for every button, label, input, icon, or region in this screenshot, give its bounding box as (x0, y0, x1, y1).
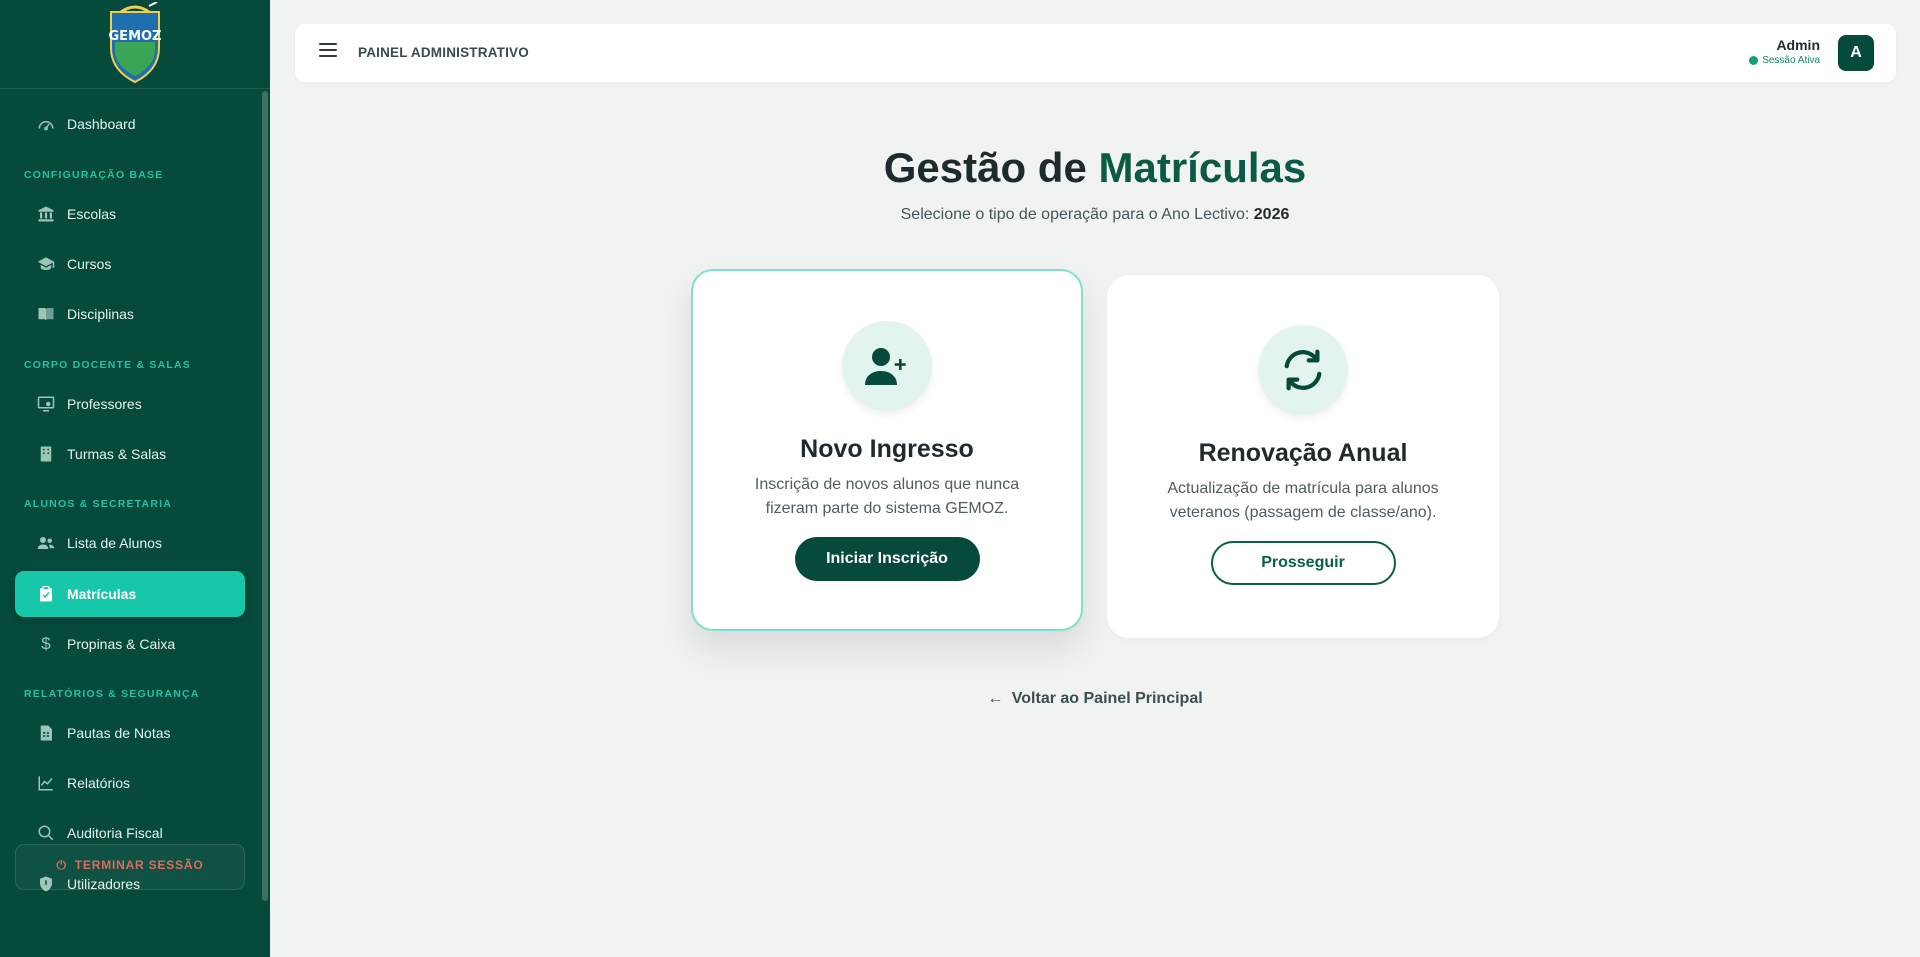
session-status: Sessão Ativa (1749, 55, 1820, 66)
section-label-corpo-docente: CORPO DOCENTE & SALAS (24, 359, 191, 371)
sidebar-item-label: Pautas de Notas (67, 725, 171, 741)
dollar-icon: $ (41, 634, 51, 653)
card-title: Novo Ingresso (800, 435, 974, 463)
user-name: Admin (1776, 37, 1820, 53)
chart-line-icon (36, 773, 56, 793)
power-icon: ⏻ (56, 858, 67, 872)
iniciar-inscricao-button[interactable]: Iniciar Inscrição (794, 537, 980, 581)
dashboard-gauge-icon (36, 114, 56, 134)
gemoz-logo[interactable]: GEMOZ (105, 2, 165, 84)
user-info: Admin Sessão Ativa (1749, 37, 1820, 66)
sidebar-item-label: Disciplinas (67, 306, 134, 322)
status-dot-icon (1749, 56, 1759, 65)
user-plus-icon (842, 321, 932, 411)
refresh-icon (1258, 325, 1348, 415)
topbar: PAINEL ADMINISTRATIVO Admin Sessão Ativa… (295, 24, 1896, 82)
graduation-cap-icon (36, 254, 56, 274)
sidebar-item-relatorios[interactable]: Relatórios (15, 760, 245, 806)
card-renovacao-anual[interactable]: Renovação Anual Actualização de matrícul… (1107, 275, 1499, 638)
svg-text:GEMOZ: GEMOZ (109, 29, 162, 44)
section-label-configuracao: CONFIGURAÇÃO BASE (24, 169, 164, 181)
card-novo-ingresso[interactable]: Novo Ingresso Inscrição de novos alunos … (691, 269, 1083, 631)
sidebar-item-label: Auditoria Fiscal (67, 825, 163, 841)
section-label-relatorios: RELATÓRIOS & SEGURANÇA (24, 688, 200, 700)
sidebar-item-label: Lista de Alunos (67, 535, 162, 551)
main-subtitle: Selecione o tipo de operação para o Ano … (270, 206, 1920, 224)
sidebar-item-turmas[interactable]: Turmas & Salas (15, 431, 245, 477)
sidebar-item-disciplinas[interactable]: Disciplinas (15, 291, 245, 337)
logo-area: GEMOZ (0, 0, 270, 89)
logout-button[interactable]: ⏻ TERMINAR SESSÃO (15, 844, 245, 890)
card-description: Inscrição de novos alunos que nunca fize… (754, 476, 1020, 517)
sidebar-item-propinas[interactable]: $ Propinas & Caixa (15, 621, 245, 667)
sidebar-item-label: Propinas & Caixa (67, 636, 176, 652)
search-icon (36, 823, 56, 843)
back-link-label: Voltar ao Painel Principal (1011, 690, 1203, 707)
sidebar-nav: Dashboard CONFIGURAÇÃO BASE Escolas Curs… (0, 89, 270, 957)
sidebar-item-label: Turmas & Salas (67, 446, 167, 462)
school-building-icon (36, 204, 56, 224)
prosseguir-button[interactable]: Prosseguir (1210, 541, 1396, 585)
sidebar-item-lista-alunos[interactable]: Lista de Alunos (15, 520, 245, 566)
spreadsheet-icon (36, 723, 56, 743)
heading-prefix: Gestão de (883, 144, 1099, 191)
main-heading: Gestão de Matrículas (270, 144, 1920, 192)
sidebar-item-label: Cursos (67, 256, 112, 272)
building-icon (36, 444, 56, 464)
heading-accent: Matrículas (1098, 144, 1307, 191)
sidebar: GEMOZ Dashboard CONFIGURAÇÃO BASE Escola… (0, 0, 270, 957)
arrow-left-icon: ← (987, 690, 1004, 707)
sidebar-item-professores[interactable]: Professores (15, 381, 245, 427)
logout-label: TERMINAR SESSÃO (74, 858, 204, 872)
teacher-board-icon (36, 394, 56, 414)
sidebar-item-escolas[interactable]: Escolas (15, 191, 245, 237)
sidebar-item-matriculas[interactable]: Matrículas (15, 571, 245, 617)
hamburger-menu-icon[interactable] (319, 43, 337, 61)
back-to-dashboard-link[interactable]: ← Voltar ao Painel Principal (270, 690, 1920, 708)
subtitle-text: Selecione o tipo de operação para o Ano … (900, 206, 1254, 223)
sidebar-item-dashboard[interactable]: Dashboard (15, 101, 245, 147)
sidebar-item-label: Relatórios (67, 775, 131, 791)
sidebar-scrollbar-thumb[interactable] (262, 91, 268, 901)
sidebar-item-label: Dashboard (67, 116, 136, 132)
sidebar-item-label: Professores (67, 396, 142, 412)
academic-year: 2026 (1253, 206, 1290, 223)
sidebar-item-pautas[interactable]: Pautas de Notas (15, 710, 245, 756)
book-icon (36, 304, 56, 324)
sidebar-item-label: Escolas (67, 206, 117, 222)
card-title: Renovação Anual (1198, 439, 1408, 467)
section-label-alunos: ALUNOS & SECRETARIA (24, 498, 173, 510)
users-icon (36, 533, 56, 553)
clipboard-icon (36, 584, 56, 604)
page-title: PAINEL ADMINISTRATIVO (358, 45, 529, 60)
card-description: Actualização de matrícula para alunos ve… (1167, 480, 1439, 521)
sidebar-item-label: Matrículas (67, 586, 137, 602)
avatar[interactable]: A (1838, 35, 1874, 71)
sidebar-item-cursos[interactable]: Cursos (15, 241, 245, 287)
session-status-label: Sessão Ativa (1762, 55, 1820, 66)
